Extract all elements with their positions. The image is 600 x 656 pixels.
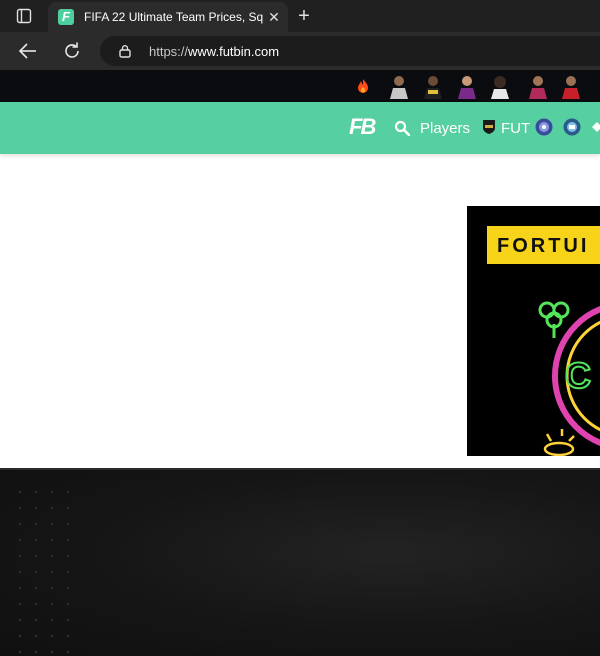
search-icon[interactable] bbox=[394, 120, 410, 136]
url-host: www.futbin.com bbox=[188, 44, 280, 59]
partial-icon[interactable] bbox=[590, 118, 600, 136]
lock-icon[interactable] bbox=[118, 44, 132, 58]
section-divider bbox=[0, 468, 600, 470]
round-club-icon[interactable] bbox=[563, 118, 581, 136]
player-avatar[interactable] bbox=[527, 73, 549, 99]
player-avatar[interactable] bbox=[456, 73, 478, 99]
player-avatar[interactable] bbox=[489, 73, 511, 99]
advertisement[interactable]: FORTUI C bbox=[467, 206, 600, 456]
round-club-icon[interactable] bbox=[535, 118, 553, 136]
browser-tab-strip: F FIFA 22 Ultimate Team Prices, Sq ✕ + bbox=[0, 0, 600, 32]
url-text: https://www.futbin.com bbox=[149, 44, 279, 59]
fire-icon bbox=[358, 79, 368, 93]
trending-players-strip bbox=[0, 70, 600, 102]
new-tab-button[interactable]: + bbox=[292, 5, 316, 27]
reload-button[interactable] bbox=[60, 39, 84, 63]
player-avatar[interactable] bbox=[560, 73, 582, 99]
neon-artwork: C bbox=[538, 301, 600, 456]
tab-title: FIFA 22 Ultimate Team Prices, Sq bbox=[84, 10, 264, 24]
player-avatar[interactable] bbox=[388, 73, 410, 99]
nav-fut-link[interactable]: FUT bbox=[501, 120, 530, 137]
nav-players-link[interactable]: Players bbox=[420, 120, 470, 137]
url-scheme: https:// bbox=[149, 44, 189, 59]
arrow-left-icon bbox=[18, 43, 36, 59]
browser-toolbar: https://www.futbin.com bbox=[0, 32, 600, 70]
tab-close-icon[interactable]: ✕ bbox=[265, 8, 283, 26]
address-bar[interactable]: https://www.futbin.com bbox=[100, 36, 600, 66]
ad-banner: FORTUI bbox=[487, 226, 600, 264]
futbin-logo[interactable]: FB bbox=[349, 114, 376, 140]
site-nav: FB Players FUT bbox=[0, 102, 600, 154]
back-button[interactable] bbox=[16, 39, 40, 63]
futbin-favicon-icon: F bbox=[58, 9, 74, 25]
dark-hero-section bbox=[0, 468, 600, 656]
browser-tab[interactable]: F FIFA 22 Ultimate Team Prices, Sq ✕ bbox=[48, 2, 288, 32]
ad-banner-text: FORTUI bbox=[497, 235, 590, 257]
tab-actions-icon[interactable] bbox=[8, 4, 40, 28]
fut-badge-icon bbox=[483, 120, 495, 134]
reload-icon bbox=[65, 42, 79, 58]
player-avatar[interactable] bbox=[422, 73, 444, 99]
dot-pattern bbox=[12, 484, 82, 654]
svg-text:C: C bbox=[565, 355, 591, 396]
